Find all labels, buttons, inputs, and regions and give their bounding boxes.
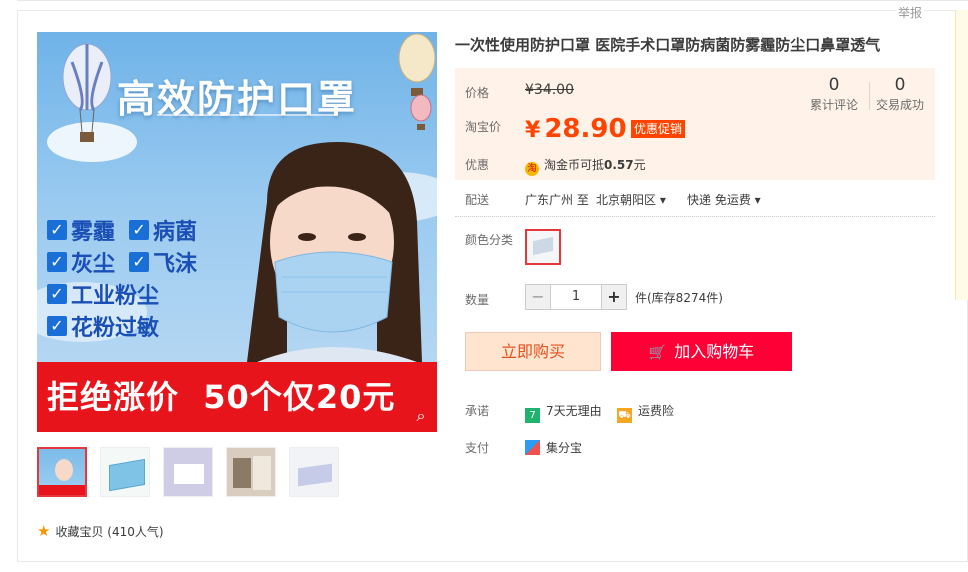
- star-icon: ★: [37, 522, 51, 540]
- add-to-cart-button[interactable]: 🛒 加入购物车: [611, 332, 792, 371]
- thumbnail-2[interactable]: [100, 447, 150, 497]
- product-title: 一次性使用防护口罩 医院手术口罩防病菌防雾霾防尘口鼻罩透气: [455, 36, 881, 54]
- original-price: ¥34.00: [525, 82, 574, 98]
- checkmark-icon: ✓: [47, 316, 67, 336]
- promise-item[interactable]: 7 7天无理由: [525, 402, 602, 423]
- feature-item: ✓ 工业粉尘: [47, 278, 159, 310]
- cart-icon: 🛒: [648, 345, 667, 361]
- color-option-1[interactable]: [525, 229, 561, 265]
- report-link[interactable]: 举报: [895, 4, 924, 21]
- promo-price-label: 淘宝价: [465, 120, 502, 134]
- quantity-label: 数量: [465, 293, 490, 307]
- quantity-input[interactable]: 1: [551, 284, 601, 310]
- delivery-method-dropdown[interactable]: 快递 免运费 ▾: [687, 191, 761, 208]
- promise-item[interactable]: ⛟ 运费险: [617, 402, 674, 423]
- payment-method[interactable]: 集分宝: [525, 439, 582, 456]
- caret-down-icon: ▾: [754, 193, 761, 207]
- promise-label: 承诺: [465, 404, 490, 418]
- delivery-destination-dropdown[interactable]: 北京朝阳区 ▾: [596, 191, 666, 208]
- thumbnail-strip: [37, 447, 352, 497]
- promo-tag: 优惠促销: [631, 120, 686, 138]
- discount-label: 优惠: [465, 158, 490, 172]
- feature-list: ✓ 雾霾 ✓ 病菌 ✓ 灰尘 ✓ 飞沫 ✓ 工业粉尘 ✓ 花粉过敏: [47, 214, 211, 342]
- increase-button[interactable]: +: [601, 284, 627, 310]
- model-photo: [247, 142, 422, 392]
- seven-day-return-icon: 7: [525, 408, 540, 423]
- feature-item: ✓ 飞沫: [129, 246, 197, 278]
- buy-now-button[interactable]: 立即购买: [465, 332, 601, 371]
- review-count[interactable]: 0 累计评论: [804, 74, 864, 113]
- thumbnail-4[interactable]: [226, 447, 276, 497]
- price-label: 价格: [465, 86, 490, 100]
- checkmark-icon: ✓: [47, 220, 67, 240]
- side-panel-edge: [955, 10, 968, 300]
- shipping-insurance-icon: ⛟: [617, 408, 632, 423]
- favorite-button[interactable]: ★ 收藏宝贝 (410人气): [37, 522, 164, 540]
- divider: [157, 114, 337, 116]
- checkmark-icon: ✓: [47, 252, 67, 272]
- delivery-from: 广东广州 至: [525, 193, 589, 207]
- divider: [455, 216, 935, 217]
- promo-price: ¥ 28.90: [525, 114, 627, 144]
- feature-item: ✓ 雾霾: [47, 214, 115, 246]
- sales-count: 0 交易成功: [875, 75, 924, 112]
- checkmark-icon: ✓: [129, 220, 150, 240]
- thumbnail-5[interactable]: [289, 447, 339, 497]
- decrease-button[interactable]: −: [525, 284, 551, 310]
- delivery-label: 配送: [465, 193, 490, 207]
- caret-down-icon: ▾: [659, 193, 666, 207]
- color-label: 颜色分类: [465, 233, 514, 247]
- feature-item: ✓ 病菌: [129, 214, 197, 246]
- checkmark-icon: ✓: [47, 284, 67, 304]
- feature-item: ✓ 灰尘: [47, 246, 115, 278]
- thumbnail-1[interactable]: [37, 447, 87, 497]
- jifenbao-icon: [525, 440, 540, 455]
- main-product-image[interactable]: 高效防护口罩 ✓ 雾霾 ✓ 病菌 ✓ 灰尘 ✓ 飞沫 ✓ 工业粉尘 ✓ 花粉过敏 拒绝涨价 …: [37, 32, 437, 432]
- price-banner: 拒绝涨价 50个仅20元: [37, 362, 437, 432]
- thumbnail-3[interactable]: [163, 447, 213, 497]
- checkmark-icon: ✓: [129, 252, 150, 272]
- taojinbi-coin-icon: 淘: [525, 162, 539, 176]
- zoom-icon[interactable]: ⌕: [411, 406, 431, 426]
- quantity-stepper: − 1 + 件(库存8274件): [525, 284, 723, 310]
- feature-item: ✓ 花粉过敏: [47, 310, 159, 342]
- stock-text: 件(库存8274件): [635, 290, 723, 305]
- payment-label: 支付: [465, 441, 490, 455]
